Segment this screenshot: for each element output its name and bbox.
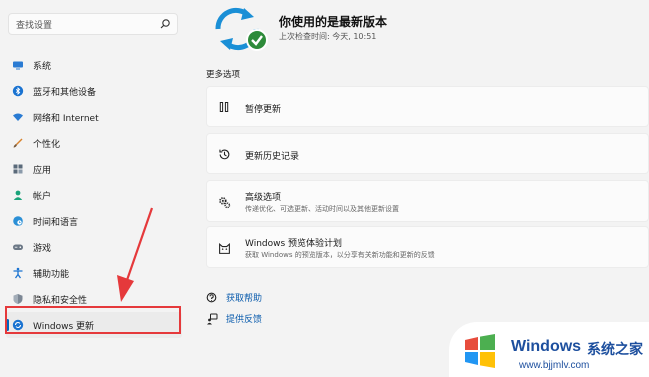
advanced-options-card[interactable]: 高级选项 传递优化、可选更新、活动时间以及其他更新设置 [206,180,649,222]
shield-icon [12,293,24,305]
card-title: Windows 预览体验计划 [245,239,343,249]
sidebar-item-label: 时间和语言 [33,217,79,228]
gears-icon [217,195,231,209]
annotation-highlight-box [5,306,181,334]
sidebar-item-label: 蓝牙和其他设备 [33,87,97,98]
pause-updates-card[interactable]: 暂停更新 [206,86,649,127]
give-feedback-label: 提供反馈 [226,315,263,325]
sidebar-item-label: 应用 [33,165,52,176]
feedback-icon [206,313,218,325]
wifi-icon [12,111,24,123]
sidebar-item-label: 个性化 [33,139,61,150]
update-status-title: 你使用的是最新版本 [279,15,388,29]
site-watermark: Windows 系统之家 www.bjjmlv.com [449,322,649,377]
accessibility-icon [12,267,24,279]
give-feedback-link[interactable]: 提供反馈 [206,312,262,325]
get-help-link[interactable]: 获取帮助 [206,291,262,304]
card-subtitle: 传递优化、可选更新、活动时间以及其他更新设置 [245,205,399,213]
get-help-label: 获取帮助 [226,294,263,304]
watermark-cn: 系统之家 [587,342,643,358]
monitor-icon [12,59,24,71]
search-icon [160,19,170,29]
apps-icon [12,163,24,175]
sidebar-item-label: 系统 [33,61,52,72]
card-title: 暂停更新 [245,105,282,115]
insider-cat-icon [217,241,231,255]
sidebar-item-label: 帐户 [33,191,52,202]
sidebar-item-label: 网络和 Internet [33,113,99,124]
sidebar-item-system[interactable]: 系统 [6,52,182,78]
gamepad-icon [12,241,24,253]
sidebar-item-label: 隐私和安全性 [33,295,88,306]
globe-clock-icon [12,215,24,227]
last-checked-time: 上次检查时间: 今天, 10:51 [279,32,377,41]
history-icon [217,147,231,161]
pause-icon [217,100,231,114]
sidebar-item-label: 辅助功能 [33,269,70,280]
card-title: 高级选项 [245,193,282,203]
sidebar-item-label: 游戏 [33,243,52,254]
search-box[interactable]: 查找设置 [8,13,178,35]
bluetooth-icon [12,85,24,97]
help-icon [206,292,218,304]
watermark-brand: Windows [511,338,582,355]
sidebar-item-personalization[interactable]: 个性化 [6,130,182,156]
sidebar-item-apps[interactable]: 应用 [6,156,182,182]
sidebar-item-network[interactable]: 网络和 Internet [6,104,182,130]
person-icon [12,189,24,201]
watermark-url: www.bjjmlv.com [519,360,590,371]
update-history-card[interactable]: 更新历史记录 [206,133,649,174]
card-subtitle: 获取 Windows 的预览版本，以分享有关新功能和更新的反馈 [245,251,435,259]
annotation-arrow [117,207,154,302]
sidebar-item-bluetooth[interactable]: 蓝牙和其他设备 [6,78,182,104]
insider-program-card[interactable]: Windows 预览体验计划 获取 Windows 的预览版本，以分享有关新功能… [206,226,649,268]
windows-logo-icon [465,334,495,368]
card-title: 更新历史记录 [245,152,300,162]
sync-status-icon [215,7,268,51]
brush-icon [12,137,24,149]
search-input[interactable]: 查找设置 [16,18,52,31]
more-options-heading: 更多选项 [206,70,241,80]
